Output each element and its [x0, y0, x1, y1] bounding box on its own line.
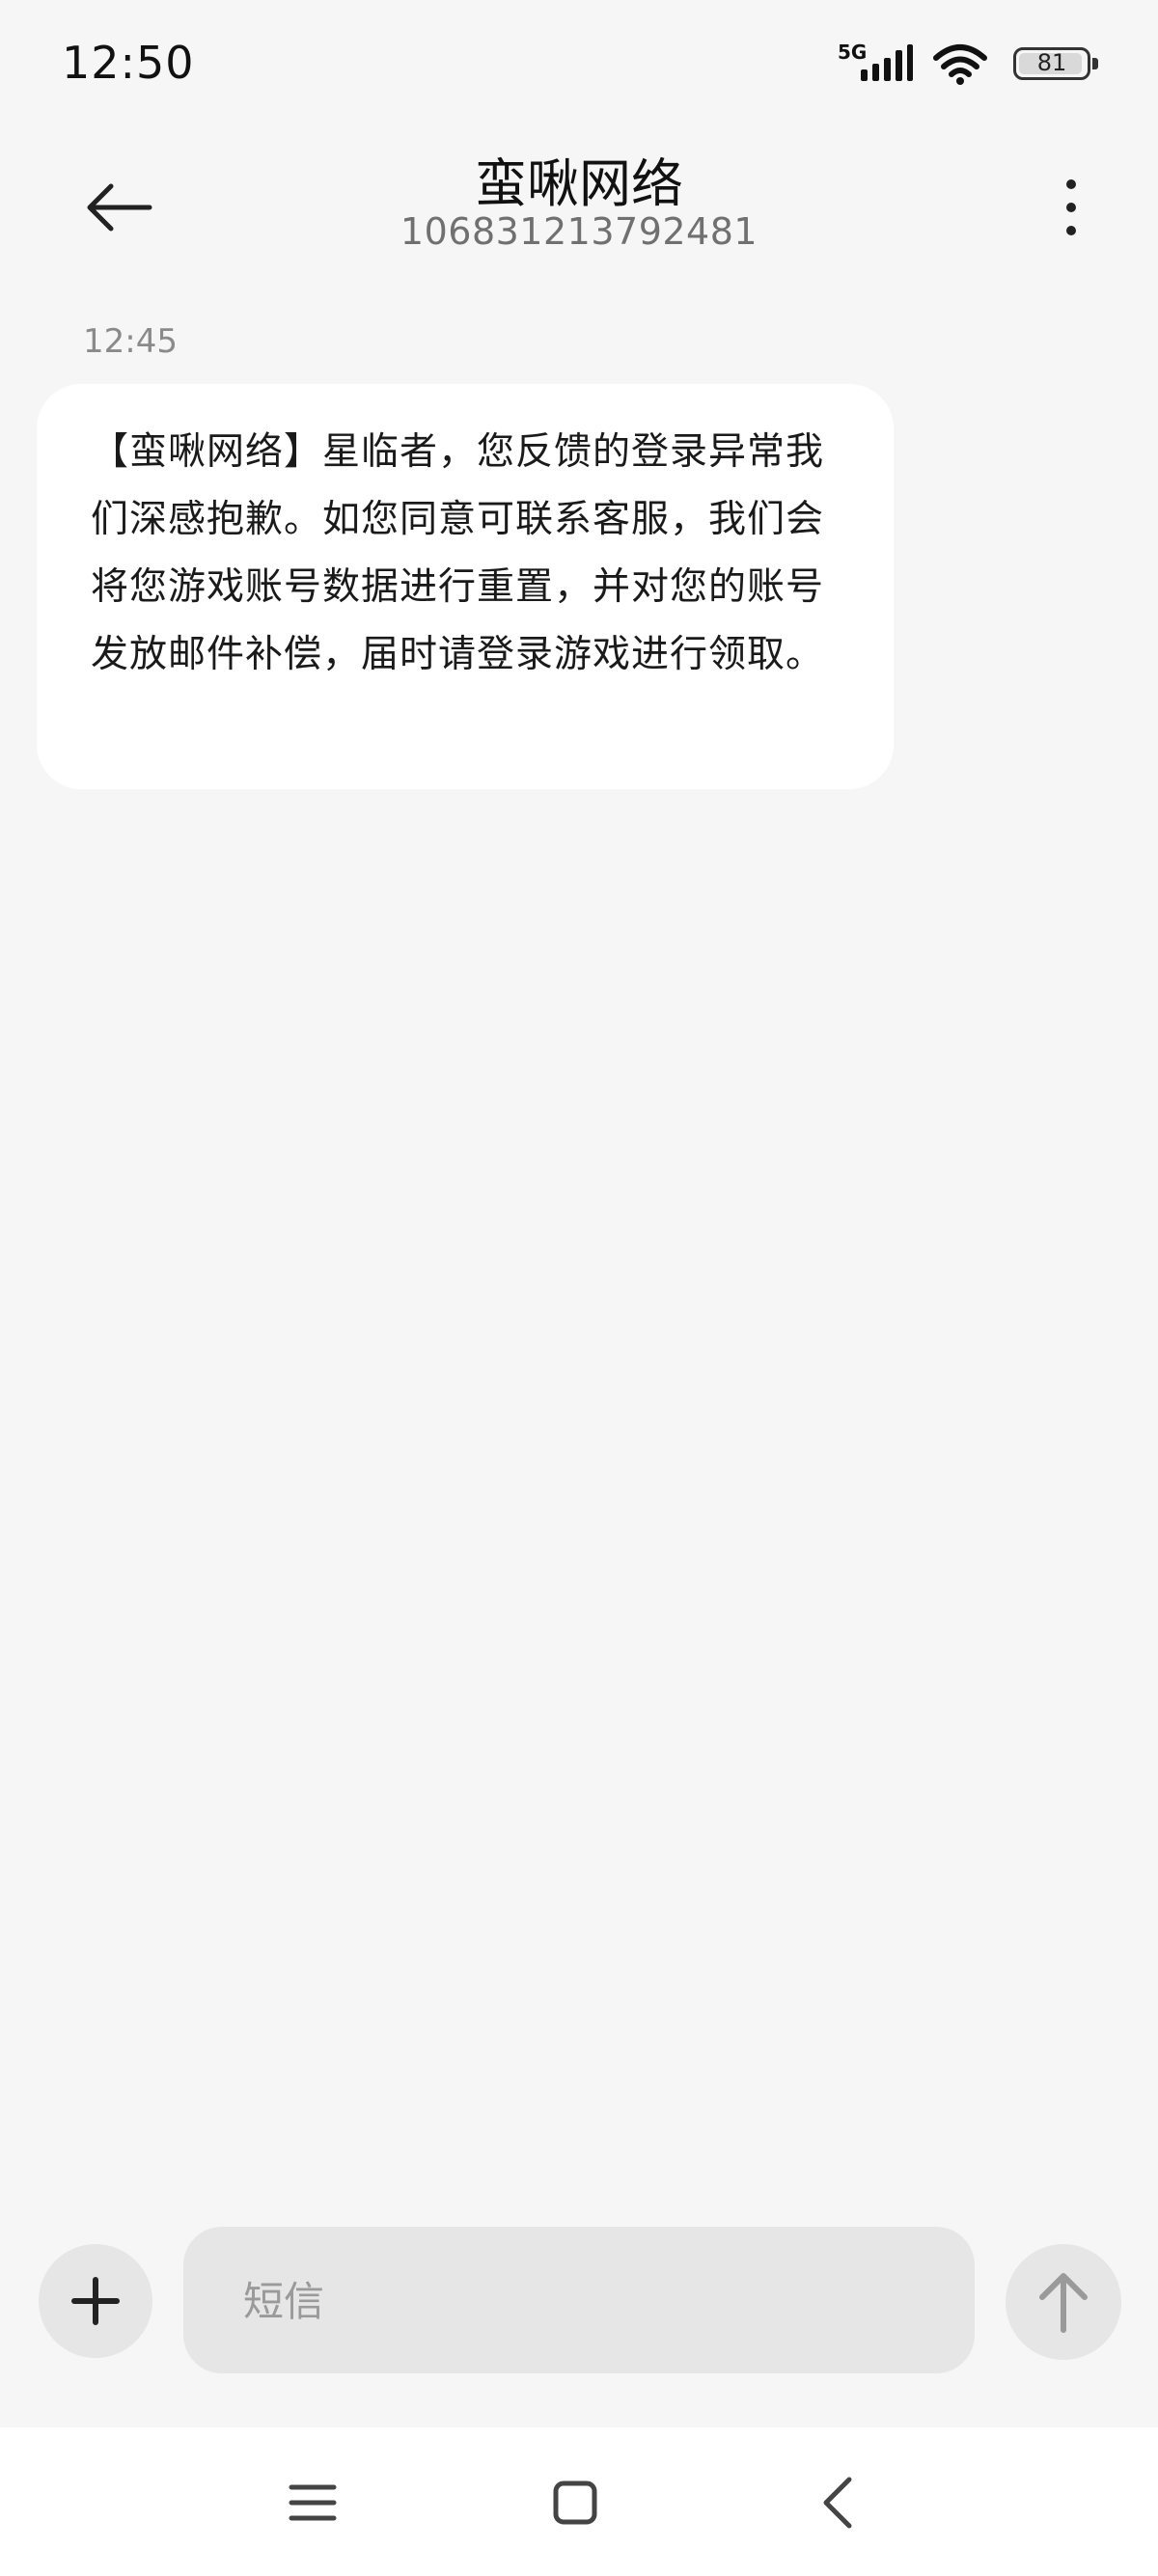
contact-title: 蛮啾网络 [475, 153, 683, 214]
home-square-icon [553, 2480, 597, 2525]
battery-level: 81 [1036, 49, 1067, 76]
message-input[interactable] [241, 2227, 940, 2375]
wifi-icon [933, 44, 987, 85]
recent-apps-button[interactable] [274, 2464, 351, 2541]
nav-back-button[interactable] [799, 2464, 876, 2541]
system-navigation-bar [0, 2427, 1158, 2576]
menu-icon [289, 2484, 337, 2521]
contact-number: 106831213792481 [400, 210, 758, 253]
status-icons: 5G 81 [838, 41, 1098, 85]
arrow-up-icon [1039, 2273, 1088, 2333]
home-button[interactable] [537, 2464, 614, 2541]
more-options-button[interactable] [1033, 164, 1110, 251]
plus-icon [71, 2277, 120, 2325]
message-bubble[interactable]: 【蛮啾网络】星临者，您反馈的登录异常我们深感抱歉。如您同意可联系客服，我们会将您… [37, 384, 894, 789]
more-vertical-icon [1066, 179, 1076, 189]
add-attachment-button[interactable] [39, 2244, 152, 2358]
send-button[interactable] [1006, 2244, 1121, 2360]
status-bar: 12:50 5G 81 [0, 0, 1158, 135]
compose-box[interactable] [183, 2227, 975, 2375]
message-timestamp: 12:45 [83, 322, 178, 361]
chevron-left-icon [823, 2477, 852, 2529]
battery-icon: 81 [1013, 47, 1098, 80]
network-type-label: 5G [838, 41, 868, 64]
message-text: 【蛮啾网络】星临者，您反馈的登录异常我们深感抱歉。如您同意可联系客服，我们会将您… [91, 430, 825, 676]
conversation-header: 蛮啾网络 106831213792481 [0, 135, 1158, 280]
status-time: 12:50 [62, 37, 195, 89]
cellular-signal-icon: 5G [838, 41, 913, 85]
